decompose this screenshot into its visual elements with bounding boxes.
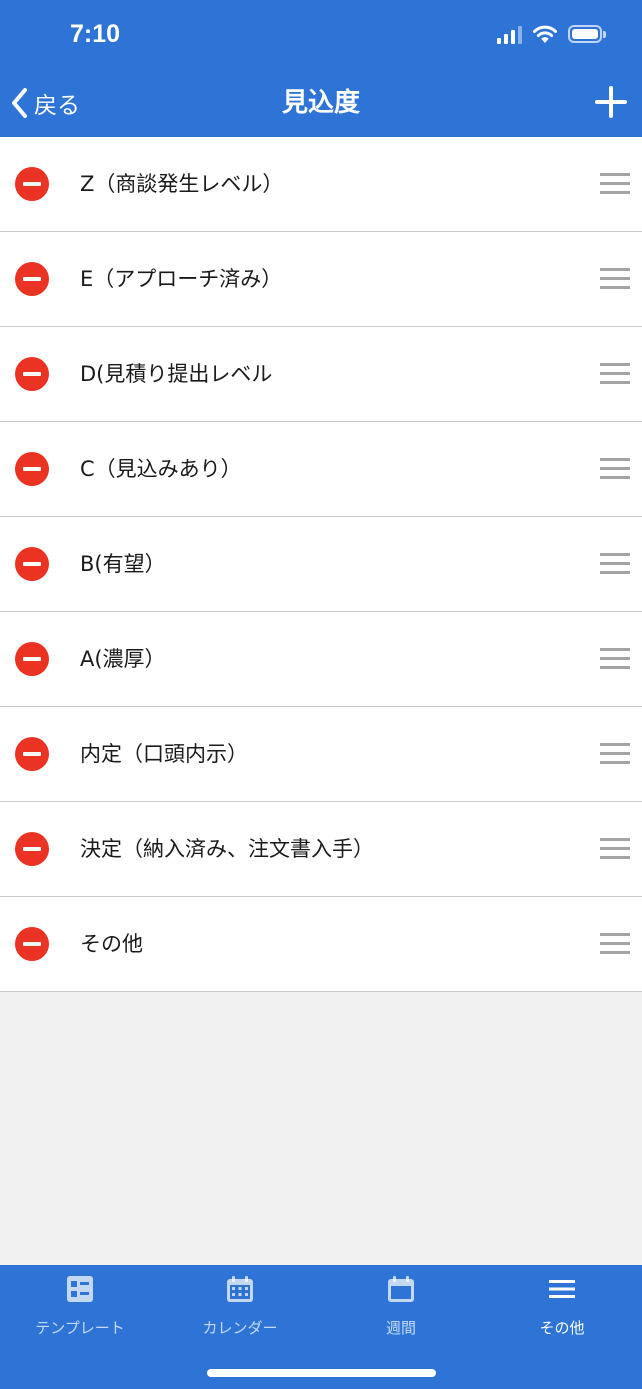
template-icon — [67, 1276, 93, 1302]
status-time: 7:10 — [70, 20, 121, 48]
list-item[interactable]: その他 — [0, 897, 642, 992]
navigation-bar: 戻る 見込度 — [0, 70, 642, 137]
list-item[interactable]: B(有望） — [0, 517, 642, 612]
drag-handle-icon[interactable] — [600, 173, 630, 195]
delete-icon[interactable] — [15, 357, 49, 391]
drag-handle-icon[interactable] — [600, 268, 630, 290]
delete-icon[interactable] — [15, 642, 49, 676]
delete-icon[interactable] — [15, 832, 49, 866]
wifi-icon — [533, 25, 557, 43]
list-item[interactable]: C（見込みあり） — [0, 422, 642, 517]
list-item[interactable]: Z（商談発生レベル） — [0, 137, 642, 232]
list-item[interactable]: E（アプローチ済み） — [0, 232, 642, 327]
delete-icon[interactable] — [15, 262, 49, 296]
drag-handle-icon[interactable] — [600, 933, 630, 955]
battery-icon — [568, 25, 606, 43]
list-item-label: 決定（納入済み、注文書入手） — [80, 837, 374, 861]
list-item-label: C（見込みあり） — [80, 457, 242, 481]
tab-label: カレンダー — [202, 1319, 278, 1337]
tab-template[interactable]: テンプレート — [0, 1265, 160, 1345]
tab-bar: テンプレート カレンダー 週間 その他 — [0, 1265, 642, 1389]
list-item-label: その他 — [80, 932, 143, 956]
page-title: 見込度 — [281, 88, 360, 118]
list-item-label: B(有望） — [80, 552, 166, 576]
tab-label: 週間 — [385, 1319, 416, 1337]
delete-icon[interactable] — [15, 167, 49, 201]
prospect-level-list: Z（商談発生レベル） E（アプローチ済み） D(見積り提出レベル C（見込みあり） B(… — [0, 137, 642, 992]
list-item[interactable]: 決定（納入済み、注文書入手） — [0, 802, 642, 897]
calendar-icon — [227, 1276, 253, 1302]
list-item-label: E（アプローチ済み） — [80, 267, 283, 291]
list-item-label: D(見積り提出レベル — [80, 362, 273, 386]
menu-icon — [549, 1280, 575, 1298]
delete-icon[interactable] — [15, 737, 49, 771]
home-indicator — [207, 1369, 436, 1377]
drag-handle-icon[interactable] — [600, 363, 630, 385]
list-item-label: 内定（口頭内示） — [80, 742, 248, 766]
list-item-label: A(濃厚） — [80, 647, 166, 671]
delete-icon[interactable] — [15, 547, 49, 581]
tab-other[interactable]: その他 — [482, 1265, 642, 1345]
tab-label: その他 — [539, 1319, 585, 1337]
status-bar: 7:10 — [0, 0, 642, 70]
drag-handle-icon[interactable] — [600, 648, 630, 670]
tab-calendar[interactable]: カレンダー — [160, 1265, 320, 1345]
cellular-signal-icon — [497, 24, 522, 44]
status-icons — [497, 24, 606, 44]
week-icon — [388, 1276, 414, 1302]
list-item[interactable]: A(濃厚） — [0, 612, 642, 707]
delete-icon[interactable] — [15, 927, 49, 961]
plus-icon[interactable] — [594, 85, 628, 119]
list-item[interactable]: D(見積り提出レベル — [0, 327, 642, 422]
drag-handle-icon[interactable] — [600, 838, 630, 860]
list-item-label: Z（商談発生レベル） — [80, 172, 284, 196]
list-item[interactable]: 内定（口頭内示） — [0, 707, 642, 802]
delete-icon[interactable] — [15, 452, 49, 486]
drag-handle-icon[interactable] — [600, 743, 630, 765]
drag-handle-icon[interactable] — [600, 458, 630, 480]
tab-label: テンプレート — [35, 1319, 125, 1337]
drag-handle-icon[interactable] — [600, 553, 630, 575]
tab-week[interactable]: 週間 — [321, 1265, 481, 1345]
